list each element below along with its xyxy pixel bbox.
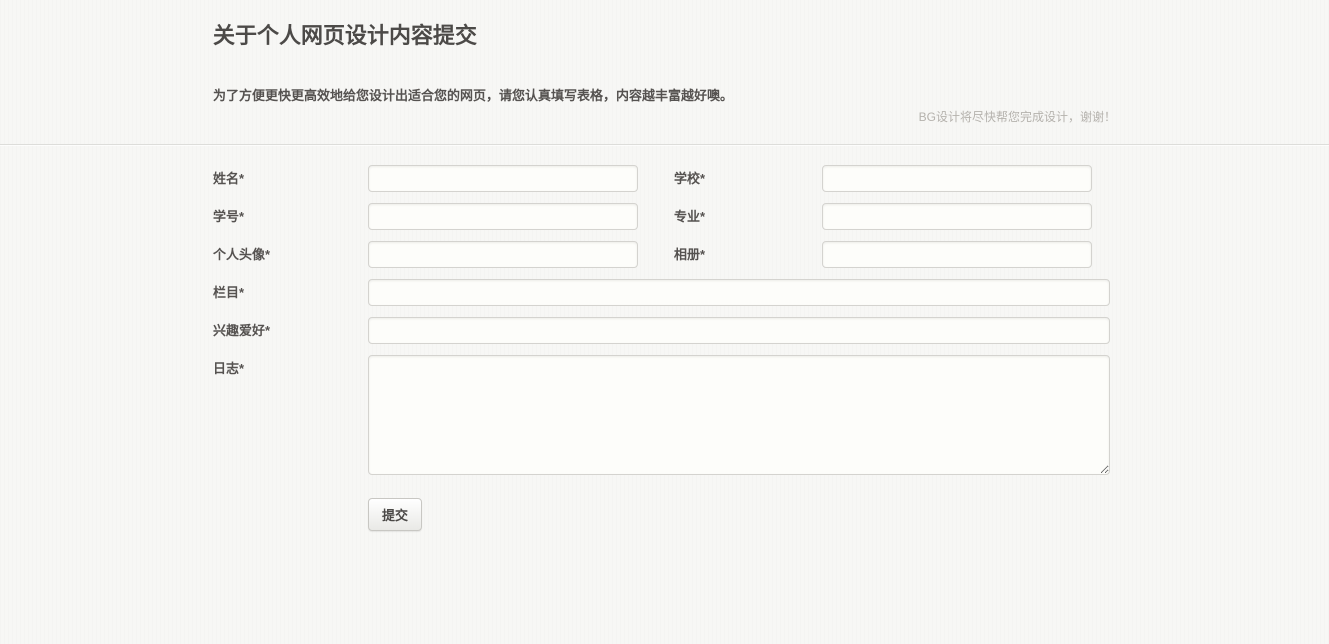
major-input[interactable]	[822, 203, 1092, 230]
page-header: 关于个人网页设计内容提交 为了方便更快更高效地给您设计出适合您的网页，请您认真填…	[0, 0, 1329, 145]
journal-textarea[interactable]	[368, 355, 1110, 475]
submission-form: 姓名* 学校* 学号* 专业* 个人头像* 相册* 栏目* 兴趣爱好* 日志* …	[213, 145, 1116, 531]
page-note: BG设计将尽快帮您完成设计，谢谢！	[918, 110, 1116, 124]
page-subtitle: 为了方便更快更高效地给您设计出适合您的网页，请您认真填写表格，内容越丰富越好噢。	[213, 88, 734, 103]
form-row-avatar-album: 个人头像* 相册*	[213, 241, 1116, 268]
album-label: 相册*	[674, 247, 706, 262]
form-row-name-school: 姓名* 学校*	[213, 165, 1116, 192]
submit-button[interactable]: 提交	[368, 498, 423, 531]
form-row-journal: 日志*	[213, 355, 1116, 475]
school-input[interactable]	[822, 165, 1092, 192]
major-label: 专业*	[674, 209, 706, 224]
form-row-studentid-major: 学号* 专业*	[213, 203, 1116, 230]
form-row-sections: 栏目*	[213, 279, 1116, 306]
form-row-hobbies: 兴趣爱好*	[213, 317, 1116, 344]
name-input[interactable]	[368, 165, 638, 192]
school-label: 学校*	[674, 171, 706, 186]
hobbies-label: 兴趣爱好*	[213, 323, 271, 338]
page-title: 关于个人网页设计内容提交	[213, 23, 478, 48]
student-id-input[interactable]	[368, 203, 638, 230]
sections-label: 栏目*	[213, 285, 245, 300]
avatar-label: 个人头像*	[213, 247, 271, 262]
student-id-label: 学号*	[213, 209, 245, 224]
page: 关于个人网页设计内容提交 为了方便更快更高效地给您设计出适合您的网页，请您认真填…	[0, 0, 1329, 531]
sections-input[interactable]	[368, 279, 1110, 306]
name-label: 姓名*	[213, 171, 245, 186]
album-input[interactable]	[822, 241, 1092, 268]
hobbies-input[interactable]	[368, 317, 1110, 344]
journal-label: 日志*	[213, 361, 245, 376]
avatar-input[interactable]	[368, 241, 638, 268]
